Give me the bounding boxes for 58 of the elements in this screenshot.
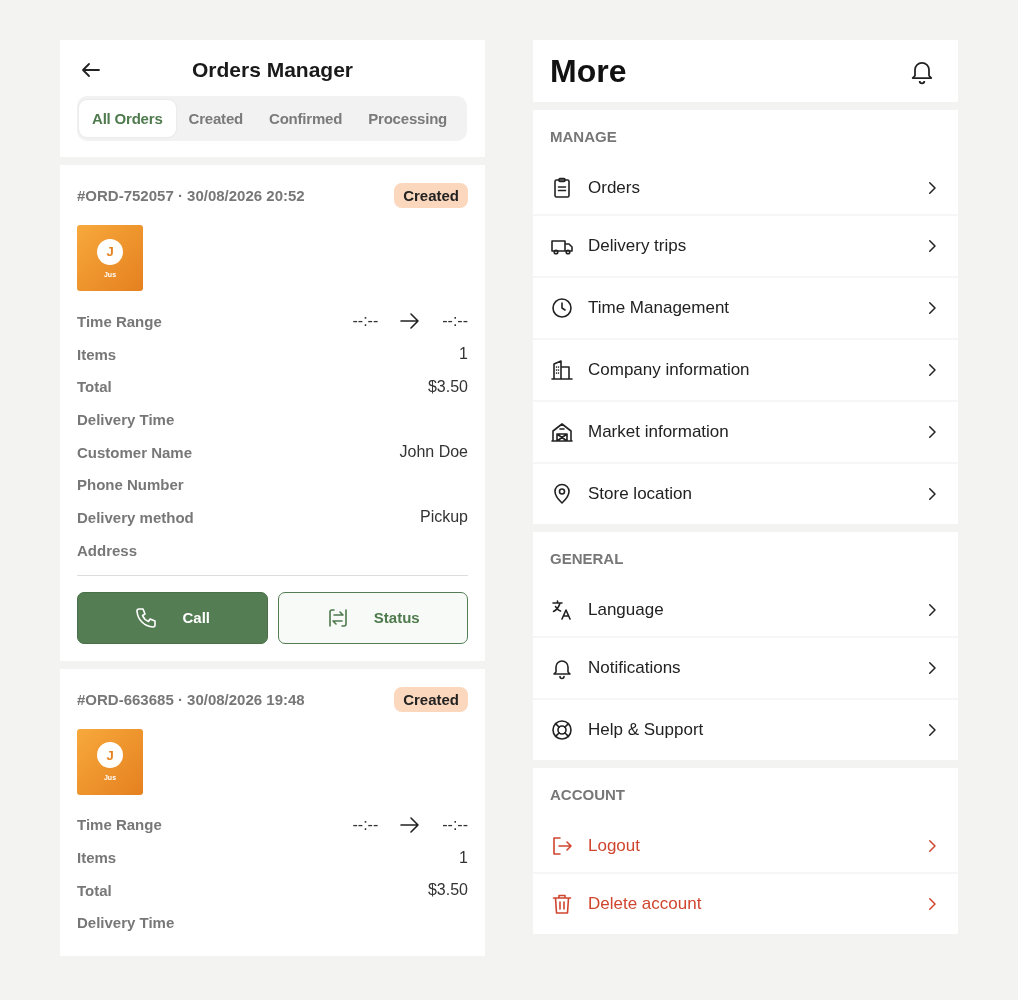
status-button[interactable]: Status bbox=[277, 591, 468, 644]
filter-tab[interactable]: All Orders bbox=[79, 100, 176, 137]
field-label: Total bbox=[77, 378, 112, 396]
call-button[interactable]: Call bbox=[77, 591, 268, 644]
field-value: John Doe bbox=[399, 443, 468, 462]
status-badge: Created bbox=[394, 686, 468, 712]
phone-icon bbox=[134, 605, 159, 630]
field-label: Delivery method bbox=[77, 508, 194, 526]
building-icon bbox=[550, 358, 574, 382]
menu-item[interactable]: Delivery trips bbox=[533, 214, 958, 276]
clock-icon bbox=[550, 296, 574, 320]
menu-item[interactable]: Notifications bbox=[533, 636, 958, 698]
menu-item[interactable]: Logout bbox=[533, 820, 958, 872]
filter-tab[interactable]: Confirmed bbox=[256, 100, 356, 137]
menu-item[interactable]: Company information bbox=[533, 338, 958, 400]
menu-item[interactable]: Market information bbox=[533, 400, 958, 462]
filter-tab[interactable]: Created bbox=[175, 100, 256, 137]
menu-item[interactable]: Time Management bbox=[533, 276, 958, 338]
menu-item[interactable]: Language bbox=[533, 584, 958, 636]
end-time: --:-- bbox=[442, 815, 468, 834]
field-value: $3.50 bbox=[427, 881, 468, 900]
start-time: --:-- bbox=[352, 815, 379, 834]
section-heading: MANAGE bbox=[549, 127, 618, 147]
section-heading: GENERAL bbox=[549, 549, 625, 569]
field-label: Customer Name bbox=[77, 443, 193, 461]
field-value: Pickup bbox=[419, 508, 468, 527]
logout-icon bbox=[550, 834, 574, 858]
field-label: Delivery Time bbox=[77, 914, 175, 932]
field-label: Items bbox=[77, 345, 117, 363]
field-label: Delivery Time bbox=[77, 410, 175, 428]
field-label: Items bbox=[77, 849, 117, 867]
product-initial: J bbox=[97, 238, 123, 265]
translate-icon bbox=[550, 598, 574, 622]
screen-title: Orders Manager bbox=[191, 58, 355, 82]
menu-item[interactable]: Help & Support bbox=[533, 698, 958, 760]
lifebuoy-icon bbox=[550, 718, 574, 742]
product-initial: J bbox=[97, 742, 123, 768]
menu-item[interactable]: Orders bbox=[533, 162, 958, 214]
field-value: 1 bbox=[459, 848, 468, 867]
barn-icon bbox=[550, 420, 574, 444]
order-id: #ORD-752057 · 30/08/2026 20:52 bbox=[77, 187, 305, 204]
menu-item[interactable]: Delete account bbox=[533, 872, 958, 934]
screen-title: More bbox=[550, 52, 627, 90]
filter-tab[interactable]: Processing bbox=[355, 100, 461, 137]
field-label: Phone Number bbox=[77, 476, 184, 494]
field-label: Time Range bbox=[77, 816, 162, 834]
start-time: --:-- bbox=[352, 312, 379, 331]
field-label: Total bbox=[77, 881, 112, 899]
order-id: #ORD-663685 · 30/08/2026 19:48 bbox=[77, 690, 305, 708]
section-heading: ACCOUNT bbox=[549, 785, 626, 805]
menu-item[interactable]: Store location bbox=[533, 462, 958, 524]
status-badge: Created bbox=[394, 183, 468, 208]
trash-icon bbox=[550, 892, 574, 916]
field-value: $3.50 bbox=[427, 377, 468, 396]
field-value: 1 bbox=[459, 345, 468, 364]
end-time: --:-- bbox=[442, 312, 468, 331]
field-label: Time Range bbox=[77, 312, 162, 330]
field-label: Address bbox=[77, 541, 138, 559]
